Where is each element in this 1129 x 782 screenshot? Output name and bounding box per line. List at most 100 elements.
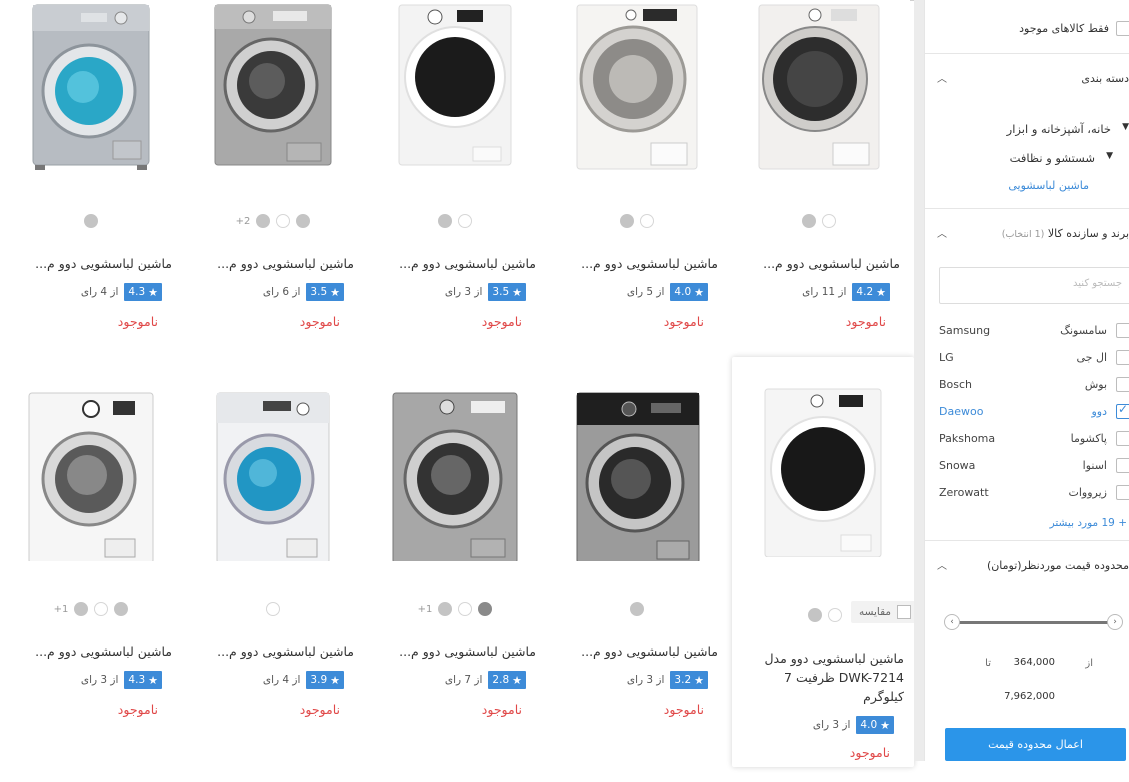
brand-checkbox-checked[interactable] xyxy=(1116,402,1129,419)
color-swatch[interactable] xyxy=(822,214,836,228)
product-image-washer-grey[interactable] xyxy=(385,391,525,561)
brand-header[interactable]: برند و سازنده کالا (1 انتخاب) xyxy=(1002,227,1129,240)
chevron-up-icon[interactable]: ︿ xyxy=(937,70,947,85)
product-card[interactable]: +1 ماشین لباسشویی دوو م... 4.3 ★ از 3 رای… xyxy=(0,388,182,782)
product-card-hovered[interactable]: مقایسه ماشین لباسشویی دوو مدل DWK-7214 ظ… xyxy=(732,357,921,767)
category-level3[interactable]: ماشین لباسشویی xyxy=(1008,179,1089,192)
category-level2[interactable]: شستشو و نظافت xyxy=(1010,151,1095,165)
product-card[interactable]: ماشین لباسشویی دوو م... 4.3 ★ از 4 رای نا… xyxy=(0,0,182,394)
more-colors[interactable]: +2 xyxy=(236,216,251,227)
product-image-washer-white[interactable] xyxy=(21,391,161,561)
brand-checkbox[interactable] xyxy=(1116,350,1129,365)
product-image-washer-white-blue[interactable] xyxy=(203,391,343,561)
brand-checkbox[interactable] xyxy=(1116,431,1129,446)
brand-name-en[interactable]: LG xyxy=(939,351,954,364)
product-image-washer-white-black-door[interactable] xyxy=(385,3,525,173)
brand-name-en[interactable]: Samsung xyxy=(939,324,990,337)
price-slider-max-handle[interactable]: › xyxy=(1107,614,1123,630)
product-image-washer-white-dark-door[interactable] xyxy=(749,3,889,173)
rating-badge: 4.0 ★ xyxy=(670,283,708,301)
product-title[interactable]: ماشین لباسشویی دوو م... xyxy=(556,254,718,274)
product-title[interactable]: ماشین لباسشویی دوو م... xyxy=(374,254,536,274)
brand-name-fa[interactable]: اسنوا xyxy=(1083,459,1107,472)
color-swatch[interactable] xyxy=(478,602,493,616)
price-slider-min-handle[interactable]: ‹ xyxy=(944,614,960,630)
color-swatch[interactable] xyxy=(802,214,816,228)
product-image-washer-white-black-door[interactable] xyxy=(753,387,893,557)
brand-name-fa[interactable]: پاکشوما xyxy=(1071,432,1107,445)
stock-status: ناموجود xyxy=(299,314,340,329)
product-card[interactable]: ماشین لباسشویی دوو م... 4.2 ★ از 11 رای ن… xyxy=(728,0,910,394)
color-swatch[interactable] xyxy=(630,602,644,616)
category-header[interactable]: دسته بندی xyxy=(1081,72,1129,85)
chevron-up-icon[interactable]: ︿ xyxy=(937,225,947,240)
color-swatch[interactable] xyxy=(438,602,453,616)
compare-toggle[interactable]: مقایسه xyxy=(851,601,921,623)
only-available-label[interactable]: فقط کالاهای موجود xyxy=(1019,22,1109,35)
color-swatch[interactable] xyxy=(458,602,473,616)
product-title[interactable]: ماشین لباسشویی دوو م... xyxy=(10,642,172,662)
product-card[interactable]: ماشین لباسشویی دوو م... 3.9 ★ از 4 رای نا… xyxy=(182,388,364,782)
product-image-washer-white-chrome[interactable] xyxy=(567,3,707,173)
color-swatch[interactable] xyxy=(640,214,654,228)
product-title[interactable]: ماشین لباسشویی دوو م... xyxy=(10,254,172,274)
product-title[interactable]: ماشین لباسشویی دوو م... xyxy=(738,254,900,274)
color-swatch[interactable] xyxy=(74,602,89,616)
compare-checkbox[interactable] xyxy=(897,605,912,619)
color-swatch[interactable] xyxy=(458,214,472,228)
product-image-washer-grey[interactable] xyxy=(203,3,343,173)
more-colors[interactable]: +1 xyxy=(54,604,69,615)
color-swatch[interactable] xyxy=(94,602,109,616)
brand-checkbox[interactable] xyxy=(1116,485,1129,500)
product-image-washer-dark-grey[interactable] xyxy=(567,391,707,561)
divider xyxy=(925,208,1129,209)
brand-name-en[interactable]: Zerowatt xyxy=(939,486,989,499)
brand-search-input[interactable]: جستجو کنید xyxy=(939,267,1129,304)
color-swatch[interactable] xyxy=(296,214,311,228)
product-title[interactable]: ماشین لباسشویی دوو م... xyxy=(556,642,718,662)
product-card[interactable]: +2 ماشین لباسشویی دوو م... 3.5 ★ از 6 رای… xyxy=(182,0,364,394)
brand-name-en[interactable]: Daewoo xyxy=(939,405,983,418)
color-swatch[interactable] xyxy=(266,602,280,616)
color-swatch[interactable] xyxy=(828,608,842,622)
brand-name-fa[interactable]: ال جی xyxy=(1076,351,1107,364)
color-swatch[interactable] xyxy=(276,214,291,228)
brand-name-en[interactable]: Pakshoma xyxy=(939,432,995,445)
product-title[interactable]: ماشین لباسشویی دوو مدل DWK-7214 ظرفیت 7 … xyxy=(742,649,904,709)
stock-status: ناموجود xyxy=(299,702,340,717)
brand-name-fa[interactable]: سامسونگ xyxy=(1060,324,1107,337)
color-swatch[interactable] xyxy=(114,602,129,616)
price-header[interactable]: محدوده قیمت موردنظر(تومان) xyxy=(987,559,1129,572)
color-swatch[interactable] xyxy=(256,214,271,228)
color-swatch[interactable] xyxy=(808,608,822,622)
product-title[interactable]: ماشین لباسشویی دوو م... xyxy=(192,254,354,274)
brand-name-fa[interactable]: بوش xyxy=(1085,378,1107,391)
color-swatch[interactable] xyxy=(438,214,452,228)
brand-name-fa[interactable]: زیرووات xyxy=(1069,486,1107,499)
category-level1[interactable]: خانه، آشپزخانه و ابزار xyxy=(1007,122,1111,136)
product-title[interactable]: ماشین لباسشویی دوو م... xyxy=(192,642,354,662)
brand-checkbox[interactable] xyxy=(1116,377,1129,392)
brand-name-en[interactable]: Snowa xyxy=(939,459,975,472)
price-slider-track[interactable] xyxy=(947,621,1119,624)
chevron-up-icon[interactable]: ︿ xyxy=(937,557,947,572)
brand-name-fa[interactable]: دوو xyxy=(1091,405,1107,418)
product-title[interactable]: ماشین لباسشویی دوو م... xyxy=(374,642,536,662)
product-card[interactable]: +1 ماشین لباسشویی دوو م... 2.8 ★ از 7 رای… xyxy=(364,388,546,782)
product-card[interactable]: ماشین لباسشویی دوو م... 4.0 ★ از 5 رای نا… xyxy=(546,0,728,394)
only-available-checkbox[interactable] xyxy=(1116,21,1129,36)
product-image-washer-silver-blue[interactable] xyxy=(21,3,161,173)
apply-price-button[interactable]: اعمال محدوده قیمت xyxy=(945,728,1126,761)
price-to-value: 7,962,000 xyxy=(1004,691,1055,702)
stock-status: ناموجود xyxy=(663,314,704,329)
product-card[interactable]: ماشین لباسشویی دوو م... 3.2 ★ از 3 رای نا… xyxy=(546,388,728,782)
product-card[interactable]: ماشین لباسشویی دوو م... 3.5 ★ از 3 رای نا… xyxy=(364,0,546,394)
color-swatch[interactable] xyxy=(620,214,634,228)
brand-checkbox[interactable] xyxy=(1116,458,1129,473)
more-colors[interactable]: +1 xyxy=(418,604,433,615)
brand-checkbox[interactable] xyxy=(1116,323,1129,338)
rating-badge: 3.9 ★ xyxy=(306,671,344,689)
more-brands-link[interactable]: + 19 مورد بیشتر xyxy=(1050,517,1127,529)
brand-name-en[interactable]: Bosch xyxy=(939,378,972,391)
color-swatch[interactable] xyxy=(84,214,98,228)
